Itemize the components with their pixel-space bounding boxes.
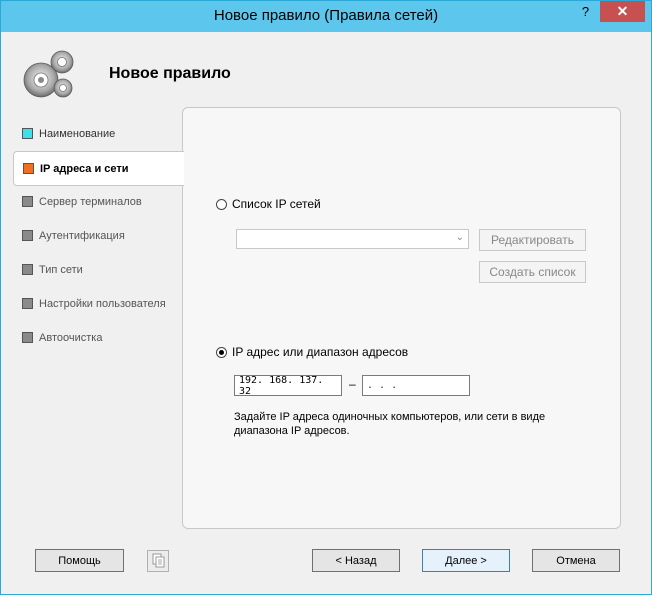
close-button[interactable]: ✕ [600,1,645,22]
title-bar: Новое правило (Правила сетей) ? ✕ [1,1,651,32]
back-button[interactable]: < Назад [312,549,400,572]
gears-icon [23,50,74,98]
step-indicator-icon [22,196,33,207]
step-label: Автоочистка [39,331,103,344]
chevron-down-icon: ⌄ [455,232,464,243]
step-item-ip-networks[interactable]: IP адреса и сети [13,151,184,186]
hint-text: Задайте IP адреса одиночных компьютеров,… [234,411,546,437]
copy-glyph-icon [152,553,165,568]
step-indicator-icon [22,298,33,309]
step-item-autoclean: Автоочистка [13,321,183,354]
step-indicator-icon [22,264,33,275]
create-list-button: Создать список [479,261,586,283]
help-button[interactable]: Помощь [35,549,124,572]
radio-ip-range[interactable] [216,346,227,358]
step-item-terminal-server: Сервер терминалов [13,185,183,218]
step-indicator-icon [22,128,33,139]
radio-network-list[interactable] [216,198,227,210]
option-ip-range-label: IP адрес или диапазон адресов [232,345,409,359]
step-indicator-icon [23,163,34,174]
option-network-list-label: Список IP сетей [232,197,321,211]
ip-end-field[interactable]: . . . [362,375,470,396]
window-title: Новое правило (Правила сетей) [213,7,439,24]
step-content-panel: Список IP сетей ⌄ Редактировать Создать … [182,107,621,529]
step-label: Аутентификация [39,229,125,242]
step-label: IP адреса и сети [40,162,129,175]
copy-icon[interactable] [147,550,169,572]
option-ip-range[interactable]: IP адрес или диапазон адресов [216,345,408,359]
step-label: Тип сети [39,263,83,276]
option-network-list[interactable]: Список IP сетей [216,197,321,211]
next-button[interactable]: Далее > [422,549,510,572]
ip-start-field[interactable]: 192. 168. 137. 32 [234,375,342,397]
help-title-button[interactable]: ? [573,1,598,22]
step-label: Наименование [39,127,116,140]
step-item-user-settings: Настройки пользователя [13,287,183,320]
edit-button: Редактировать [479,229,586,251]
network-list-combo: ⌄ [236,229,469,249]
range-separator: – [349,377,356,391]
wizard-header: Новое правило [1,32,651,107]
step-item-authentication: Аутентификация [13,219,183,252]
step-item-network-type: Тип сети [13,253,183,286]
step-label: Сервер терминалов [39,195,142,208]
dialog-window: Новое правило (Правила сетей) ? ✕ Новое … [0,0,652,595]
step-label: Настройки пользователя [39,297,166,310]
step-indicator-icon [22,230,33,241]
cancel-button[interactable]: Отмена [532,549,620,572]
step-item-name[interactable]: Наименование [13,117,183,150]
step-indicator-icon [22,332,33,343]
page-title: Новое правило [109,65,231,82]
